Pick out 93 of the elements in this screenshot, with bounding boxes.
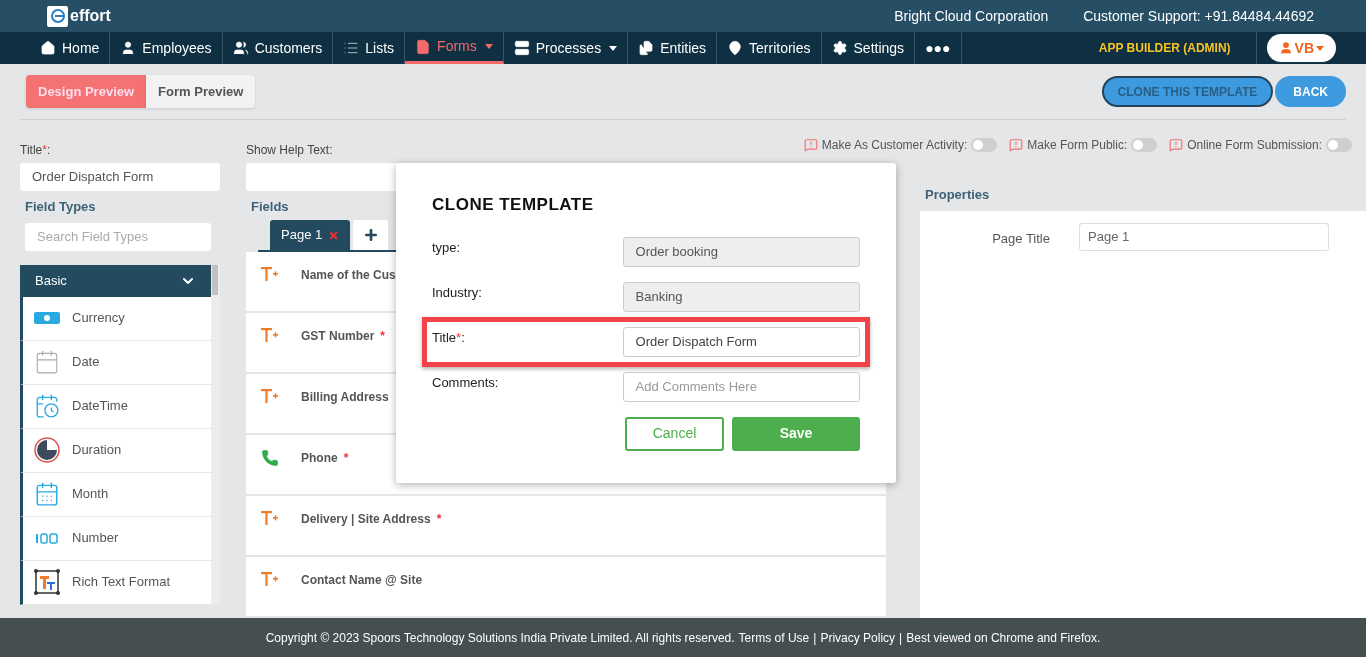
support-phone: Customer Support: +91.84484.44692	[1083, 6, 1314, 26]
readonly-field: Banking	[622, 281, 860, 312]
user-icon	[1278, 41, 1293, 55]
fields-heading: Fields	[251, 197, 289, 216]
add-page-button[interactable]	[353, 220, 389, 250]
caret-icon	[1316, 45, 1324, 51]
page-title-field[interactable]: Page 1	[1079, 222, 1329, 251]
toggle-label: Make As Customer Activity:	[821, 137, 968, 154]
nav-icon	[415, 38, 432, 55]
info-icon	[1009, 138, 1024, 152]
field-type-item[interactable]: Rich Text Format	[20, 560, 211, 605]
field-label: GST Number *	[301, 328, 385, 345]
nav-icon	[831, 40, 848, 56]
view-tab[interactable]: Form Preview	[146, 75, 256, 108]
field-type-item[interactable]: DateTime	[20, 384, 211, 429]
page-tab[interactable]: Page 1	[270, 220, 351, 250]
field-label: Name of the Cus	[301, 267, 396, 284]
nav-tab[interactable]: Territories	[717, 32, 822, 64]
text-field-icon	[261, 266, 279, 282]
properties-heading: Properties	[925, 186, 990, 204]
nav-tab[interactable]: Customers	[222, 32, 334, 64]
caret-icon	[484, 44, 493, 49]
field-types-heading: Field Types	[25, 198, 97, 216]
title-field[interactable]: Order Dispatch Form	[20, 163, 220, 191]
text-field-icon	[261, 510, 279, 526]
brand-name: effort	[70, 6, 111, 26]
field-row[interactable]: Contact Name @ Site	[246, 557, 886, 616]
nav-tab[interactable]: Home	[30, 32, 111, 64]
footer-link[interactable]: Best viewed on Chrome and Firefox.	[906, 628, 1101, 647]
footer-link[interactable]: Terms of Use	[738, 628, 810, 647]
footer-link[interactable]: Privacy Policy	[820, 628, 896, 647]
field-type-item[interactable]: Date	[20, 340, 211, 385]
dialog-field-label: Industry:	[432, 283, 483, 302]
scrollbar-thumb[interactable]	[212, 264, 218, 295]
text-field-icon	[261, 388, 279, 404]
numbers-icon	[34, 532, 60, 544]
toggle-label: Make Form Public:	[1027, 137, 1128, 154]
field-label: Delivery | Site Address *	[301, 511, 442, 528]
company-name: Bright Cloud Corporation	[894, 6, 1049, 26]
nav-icon	[638, 40, 655, 56]
nav-icon	[40, 40, 56, 56]
text-format-icon	[34, 569, 60, 595]
text-field-icon	[261, 327, 279, 343]
phone-icon	[261, 449, 279, 467]
nav-tab[interactable]: Entities	[628, 32, 718, 64]
dialog-field-label: Title*:	[432, 328, 466, 347]
role-label: APP BUILDER (ADMIN)	[1098, 32, 1257, 64]
field-label: Phone *	[301, 450, 349, 467]
plus-icon	[362, 227, 379, 243]
title-label: Title*:	[20, 142, 51, 159]
field-type-item[interactable]: Number	[20, 516, 211, 561]
field-row[interactable]: Delivery | Site Address *	[246, 496, 886, 555]
close-icon	[328, 229, 340, 241]
info-icon	[1169, 138, 1184, 152]
toggle-label: Online Form Submission:	[1187, 137, 1322, 154]
nav-icon	[513, 40, 530, 56]
nav-tab[interactable]: Processes	[503, 32, 629, 64]
field-label: Billing Address	[301, 389, 389, 406]
toggle-switch[interactable]	[1326, 138, 1352, 152]
readonly-field: Order booking	[622, 236, 860, 267]
caret-icon	[609, 45, 618, 51]
help-text-label: Show Help Text:	[246, 142, 333, 159]
info-icon	[803, 138, 818, 152]
nav-tab[interactable]: Settings	[821, 32, 916, 64]
group-header[interactable]: Basic	[20, 264, 211, 297]
field-type-item[interactable]: Currency	[20, 296, 211, 341]
nav-tab[interactable]: Employees	[110, 32, 223, 64]
calendar-clock-icon	[34, 393, 60, 419]
dialog-input-field[interactable]: Order Dispatch Form	[622, 326, 860, 357]
text-field-icon	[261, 571, 279, 587]
page-title-label: Page Title	[991, 229, 1050, 248]
nav-tab[interactable]: Forms	[405, 32, 504, 64]
toggle-switch[interactable]	[971, 138, 998, 152]
nav-tab[interactable]: ●●●	[915, 32, 962, 64]
toggle-switch[interactable]	[1131, 138, 1158, 152]
nav-icon	[343, 40, 360, 56]
nav-tab[interactable]: Lists	[333, 32, 406, 64]
link-separator: |	[813, 629, 817, 647]
banknote-icon	[34, 312, 60, 324]
link-separator: |	[899, 629, 903, 647]
calendar-icon	[34, 349, 60, 375]
copyright-text: Copyright © 2023 Spoors Technology Solutions India Private Limited. All rights reserved.	[265, 629, 735, 647]
nav-icon	[232, 40, 249, 56]
nav-icon	[727, 40, 744, 56]
calendar-icon	[34, 481, 60, 507]
field-label: Contact Name @ Site	[301, 572, 423, 589]
dialog-field-label: Comments:	[432, 373, 500, 392]
dialog-title: CLONE TEMPLATE	[432, 194, 595, 216]
clock-icon	[34, 437, 60, 463]
dialog-field-label: type:	[432, 238, 462, 257]
logo-icon	[47, 5, 68, 27]
field-type-item[interactable]: Duration	[20, 428, 211, 473]
field-type-item[interactable]: Month	[20, 472, 211, 517]
